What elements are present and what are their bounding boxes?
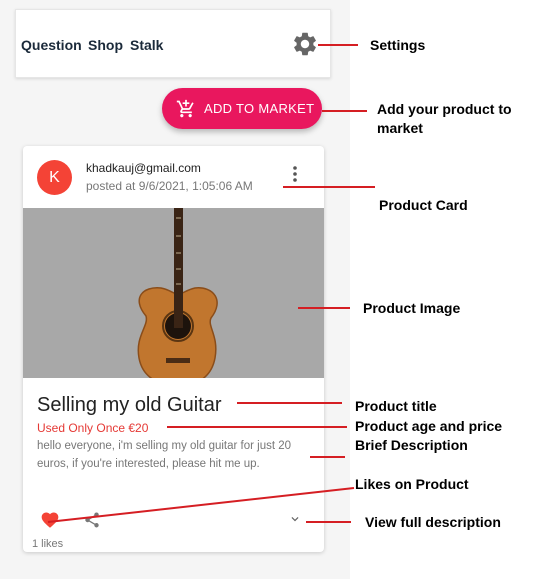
label-brief-description: Brief Description	[355, 437, 468, 453]
gear-icon[interactable]	[291, 30, 319, 58]
add-cart-icon	[176, 99, 194, 117]
annotation-line-title	[237, 402, 342, 404]
product-age-price: Used Only Once €20	[37, 421, 149, 435]
share-icon[interactable]	[83, 510, 101, 530]
label-settings: Settings	[370, 37, 426, 53]
label-product-title: Product title	[355, 398, 437, 414]
label-view-description: View full description	[365, 514, 501, 530]
annotation-line-settings	[318, 44, 358, 46]
nav-question[interactable]: Question	[21, 37, 82, 53]
chevron-down-icon[interactable]	[288, 512, 302, 526]
product-title: Selling my old Guitar	[37, 394, 222, 416]
annotation-line-expand	[306, 521, 351, 523]
label-product-age-price: Product age and price	[355, 418, 503, 434]
add-to-market-label: ADD TO MARKET	[204, 101, 315, 116]
likes-count: 1 likes	[32, 538, 64, 550]
nav-stalk[interactable]: Stalk	[130, 37, 163, 53]
label-product-card: Product Card	[379, 197, 468, 213]
heart-icon[interactable]	[40, 510, 60, 530]
stage: Question Shop Stalk ADD TO MARKET K khad…	[0, 0, 534, 579]
more-vert-icon[interactable]	[287, 164, 303, 184]
avatar: K	[37, 160, 72, 195]
seller-email: khadkauj@gmail.com	[86, 161, 201, 175]
label-product-image: Product Image	[363, 300, 461, 316]
product-image[interactable]	[23, 208, 324, 378]
nav-shop[interactable]: Shop	[88, 37, 123, 53]
annotation-line-price	[167, 426, 347, 428]
annotation-line-description	[310, 456, 345, 458]
label-add-product: Add your product to market	[377, 101, 512, 136]
product-card[interactable]: K khadkauj@gmail.com posted at 9/6/2021,…	[23, 146, 324, 552]
app-header: Question Shop Stalk	[15, 9, 331, 78]
add-to-market-button[interactable]: ADD TO MARKET	[162, 88, 322, 129]
annotation-line-image	[298, 307, 350, 309]
annotation-line-add	[322, 110, 367, 112]
guitar-image	[23, 208, 324, 378]
label-likes: Likes on Product	[355, 476, 469, 492]
posted-date: posted at 9/6/2021, 1:05:06 AM	[86, 179, 253, 193]
product-description: hello everyone, i'm selling my old guita…	[37, 440, 292, 470]
annotation-line-card	[283, 186, 375, 188]
